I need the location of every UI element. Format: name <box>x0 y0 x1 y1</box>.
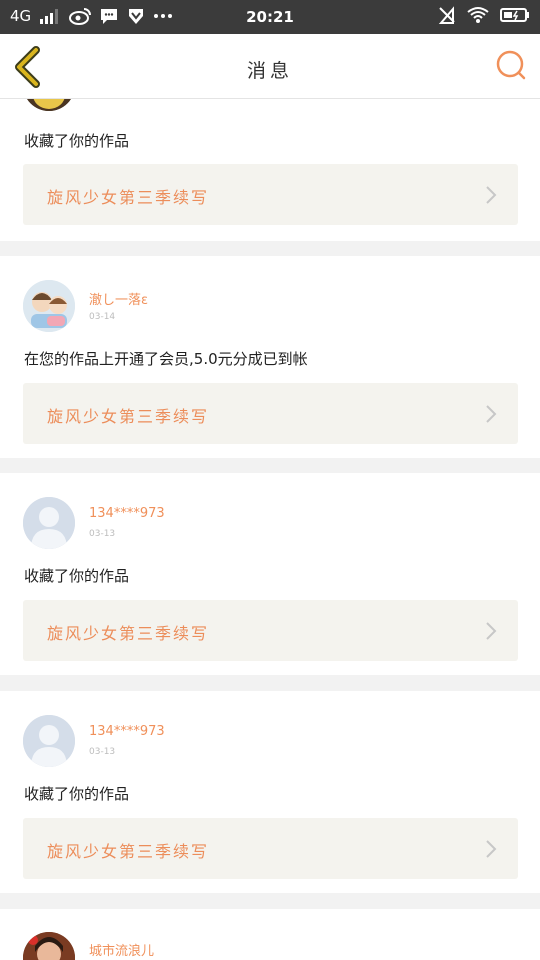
avatar[interactable] <box>23 715 75 767</box>
work-link[interactable]: 旋风少女第三季续写 <box>23 600 518 661</box>
avatar[interactable] <box>23 932 75 960</box>
message-card: 澈し一落ε 03-14 在您的作品上开通了会员,5.0元分成已到帐 旋风少女第三… <box>0 256 540 458</box>
message-text: 在您的作品上开通了会员,5.0元分成已到帐 <box>24 350 308 368</box>
message-text: 收藏了你的作品 <box>24 567 130 585</box>
avatar[interactable] <box>23 280 75 332</box>
message-card: 134****973 03-13 收藏了你的作品 旋风少女第三季续写 <box>0 691 540 893</box>
work-title: 旋风少女第三季续写 <box>47 188 210 207</box>
message-date: 03-13 <box>89 529 116 539</box>
status-bar: 4G 20:21 <box>0 0 540 34</box>
top-nav-bar: 消息 <box>0 34 540 99</box>
avatar-photo <box>23 932 75 960</box>
no-sim-icon <box>438 6 455 24</box>
message-date: 03-14 <box>89 312 116 322</box>
status-right <box>438 6 530 24</box>
battery-icon <box>500 8 529 22</box>
message-card: 134****973 03-13 收藏了你的作品 旋风少女第三季续写 <box>0 473 540 675</box>
message-text: 收藏了你的作品 <box>24 785 130 803</box>
work-link[interactable]: 旋风少女第三季续写 <box>23 164 518 225</box>
message-date: 03-13 <box>89 747 116 757</box>
work-title: 旋风少女第三季续写 <box>47 624 210 643</box>
username[interactable]: 城市流浪儿 <box>89 940 154 959</box>
username[interactable]: 134****973 <box>89 506 165 521</box>
avatar-photo <box>23 99 75 111</box>
chevron-right-icon <box>486 186 497 204</box>
chevron-right-icon <box>486 405 497 423</box>
work-title: 旋风少女第三季续写 <box>47 842 210 861</box>
message-card: 收藏了你的作品 旋风少女第三季续写 <box>0 99 540 241</box>
search-button[interactable] <box>494 48 528 82</box>
username[interactable]: 澈し一落ε <box>89 289 148 308</box>
work-link[interactable]: 旋风少女第三季续写 <box>23 383 518 444</box>
default-avatar-icon <box>23 497 75 549</box>
avatar[interactable] <box>23 99 75 111</box>
message-text: 收藏了你的作品 <box>24 132 130 150</box>
avatar-cartoon <box>23 280 75 332</box>
page-title: 消息 <box>246 60 293 82</box>
username[interactable]: 134****973 <box>89 724 165 739</box>
default-avatar-icon <box>23 715 75 767</box>
chevron-right-icon <box>486 840 497 858</box>
avatar[interactable] <box>23 497 75 549</box>
search-icon <box>496 50 526 80</box>
chevron-right-icon <box>486 622 497 640</box>
work-title: 旋风少女第三季续写 <box>47 407 210 426</box>
message-card: 城市流浪儿 <box>0 909 540 960</box>
wifi-icon <box>467 7 489 23</box>
work-link[interactable]: 旋风少女第三季续写 <box>23 818 518 879</box>
message-feed[interactable]: 收藏了你的作品 旋风少女第三季续写 澈し一落ε 03-14 在您的作品上开通了会… <box>0 99 540 960</box>
